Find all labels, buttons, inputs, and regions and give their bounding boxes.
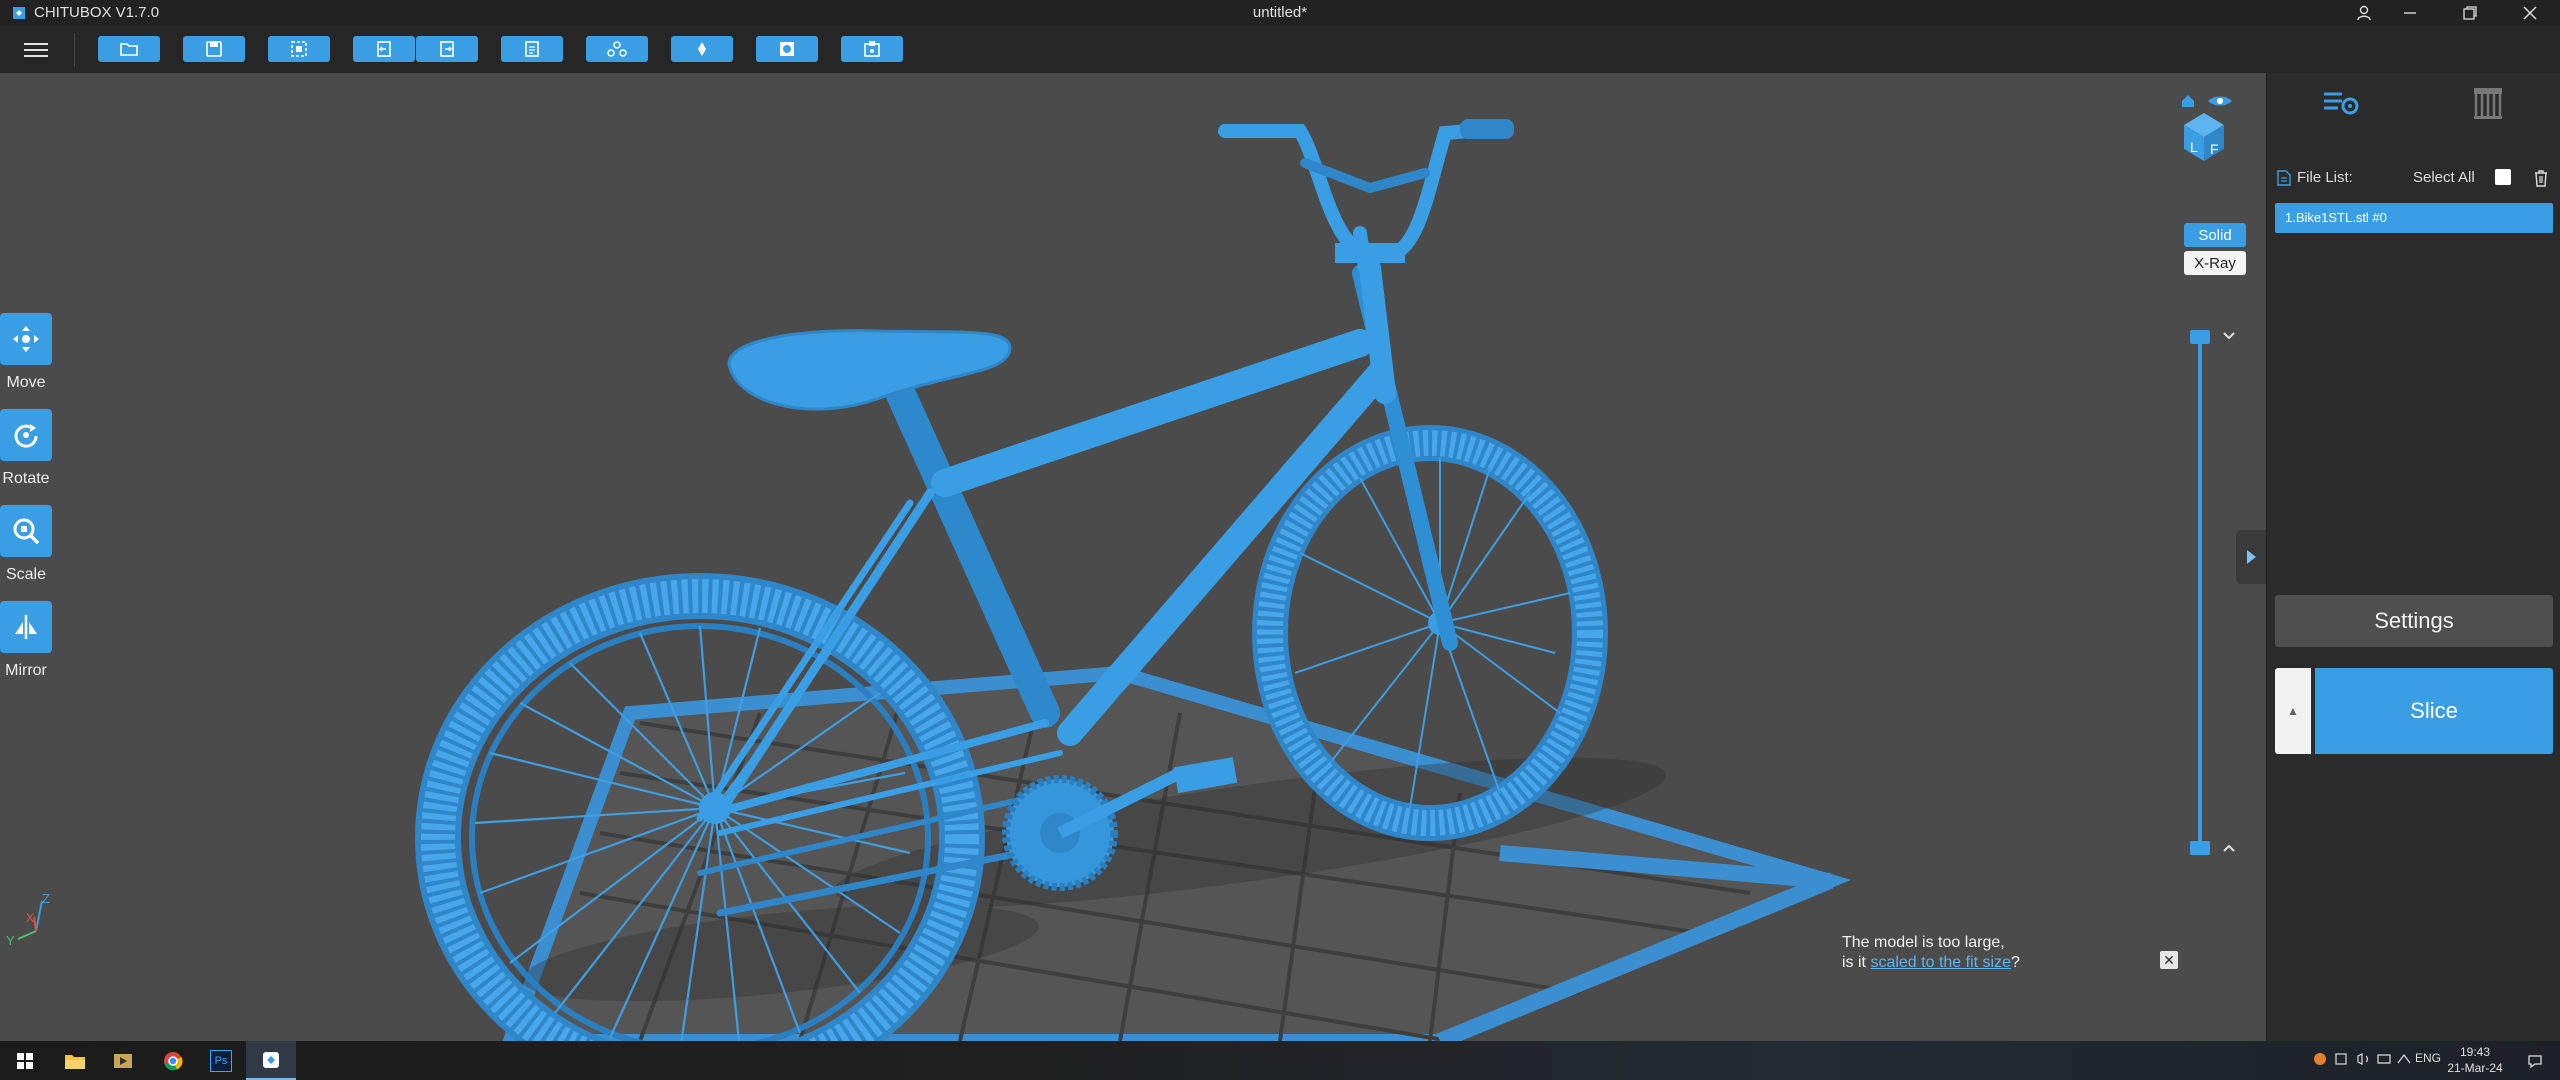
mirror-tool[interactable]: Mirror: [0, 601, 52, 680]
open-file-button[interactable]: [98, 36, 160, 62]
tray-icons[interactable]: [2312, 1051, 2412, 1070]
scale-to-fit-link[interactable]: scaled to the fit size: [1870, 954, 2011, 971]
chevron-up-icon[interactable]: [2222, 843, 2236, 853]
layer-slider-bottom-handle[interactable]: [2190, 841, 2210, 855]
list-button[interactable]: [501, 36, 563, 62]
bike-seat: [727, 329, 1012, 411]
undo-icon: [377, 41, 391, 57]
handlebar: [1218, 119, 1514, 275]
photoshop-label: Ps: [210, 1049, 232, 1072]
rotate-label: Rotate: [2, 470, 50, 487]
model-too-large-notice: The model is too large, is it scaled to …: [1842, 933, 2020, 973]
file-icon: [2277, 170, 2291, 186]
redo-icon: [440, 41, 454, 57]
notice-line1: The model is too large,: [1842, 934, 2005, 951]
support-button[interactable]: [671, 36, 733, 62]
scale-tool[interactable]: Scale: [0, 505, 52, 584]
slice-button[interactable]: Slice: [2315, 668, 2553, 754]
move-icon: [13, 326, 39, 352]
home-view-icon: [2182, 95, 2194, 107]
layout-icon: [607, 41, 627, 57]
play-arrow-icon: [2247, 550, 2256, 564]
list-settings-icon: [2324, 92, 2359, 115]
save-icon: [206, 41, 222, 57]
right-panel: File List: Select All 1.Bike1STL.stl #0 …: [2266, 73, 2560, 1041]
axis-gizmo: Z Y X: [6, 891, 56, 948]
mirror-icon: [15, 615, 37, 639]
axis-x-label: X: [26, 911, 35, 925]
toolbar-divider: [74, 33, 75, 67]
mirror-label: Mirror: [5, 662, 47, 679]
bike-model-scene[interactable]: [0, 73, 2266, 1041]
hollow-icon: [780, 42, 794, 56]
view-cube-left-label: L: [2190, 139, 2198, 155]
scale-icon: [13, 518, 40, 545]
tab-printer[interactable]: [2415, 73, 2560, 133]
chrome-icon[interactable]: [148, 1041, 198, 1080]
select-all-checkbox[interactable]: [2495, 169, 2511, 185]
hamburger-menu-icon[interactable]: [24, 39, 48, 59]
axis-y-label: Y: [6, 933, 15, 948]
settings-button[interactable]: Settings: [2275, 595, 2553, 647]
hollow-button[interactable]: [756, 36, 818, 62]
file-list-label: File List:: [2297, 169, 2353, 186]
3d-viewport[interactable]: Move Rotate Scale Mirror L F Solid X-Ray: [0, 73, 2266, 1041]
redo-button[interactable]: [416, 36, 478, 62]
rotate-icon: [14, 424, 38, 448]
axis-z-label: Z: [42, 891, 50, 906]
account-icon[interactable]: [2338, 0, 2390, 25]
folder-icon: [120, 43, 138, 56]
chitubox-taskbar-icon[interactable]: [246, 1041, 296, 1080]
move-label: Move: [6, 374, 46, 391]
trash-icon[interactable]: [2533, 169, 2549, 187]
windows-start-icon[interactable]: [0, 1041, 50, 1080]
media-player-icon[interactable]: [98, 1041, 148, 1080]
layer-slider-track[interactable]: [2198, 335, 2202, 847]
layer-slider-top-handle[interactable]: [2190, 330, 2210, 344]
xray-view-button[interactable]: X-Ray: [2184, 251, 2246, 275]
file-explorer-icon[interactable]: [50, 1041, 100, 1080]
rotate-tool[interactable]: Rotate: [0, 409, 52, 488]
notice-suffix: ?: [2010, 954, 2020, 971]
document-title: untitled*: [1252, 4, 1308, 21]
view-cube-front-label: F: [2210, 141, 2219, 157]
move-tool[interactable]: Move: [0, 313, 52, 392]
notice-prefix: is it: [1842, 954, 1871, 971]
layout-button[interactable]: [586, 36, 648, 62]
dig-hole-icon: [864, 41, 880, 57]
title-bar: CHITUBOX V1.7.0 untitled*: [0, 0, 2560, 25]
chevron-down-icon[interactable]: [2222, 331, 2236, 341]
notification-icon[interactable]: [2510, 1041, 2560, 1080]
file-list-header: File List: Select All: [2277, 169, 2551, 189]
save-file-button[interactable]: [183, 36, 245, 62]
close-window-button[interactable]: [2504, 0, 2556, 25]
collapse-panel-button[interactable]: [2236, 530, 2266, 584]
main-toolbar: [0, 25, 2560, 74]
tab-file-settings[interactable]: [2267, 73, 2413, 133]
restore-button[interactable]: [2444, 0, 2496, 25]
scale-label: Scale: [5, 566, 47, 583]
solid-view-button[interactable]: Solid: [2184, 223, 2246, 247]
select-all-label: Select All: [2413, 169, 2475, 186]
printer-icon: [2474, 88, 2502, 119]
file-list-item[interactable]: 1.Bike1STL.stl #0: [2275, 203, 2553, 233]
select-all-models-button[interactable]: [268, 36, 330, 62]
notice-close-icon[interactable]: ✕: [2160, 951, 2178, 969]
undo-button[interactable]: [353, 36, 415, 62]
support-icon: [698, 42, 706, 56]
minimize-button[interactable]: [2384, 0, 2436, 25]
windows-taskbar: Ps ENG 19:43 21-Mar-24: [0, 1041, 2560, 1080]
view-cube[interactable]: L F: [2172, 91, 2242, 161]
dig-hole-button[interactable]: [841, 36, 903, 62]
list-icon: [525, 41, 539, 57]
select-icon: [291, 41, 307, 57]
slice-options-arrow[interactable]: ▲: [2275, 668, 2311, 754]
photoshop-icon[interactable]: Ps: [196, 1041, 246, 1080]
